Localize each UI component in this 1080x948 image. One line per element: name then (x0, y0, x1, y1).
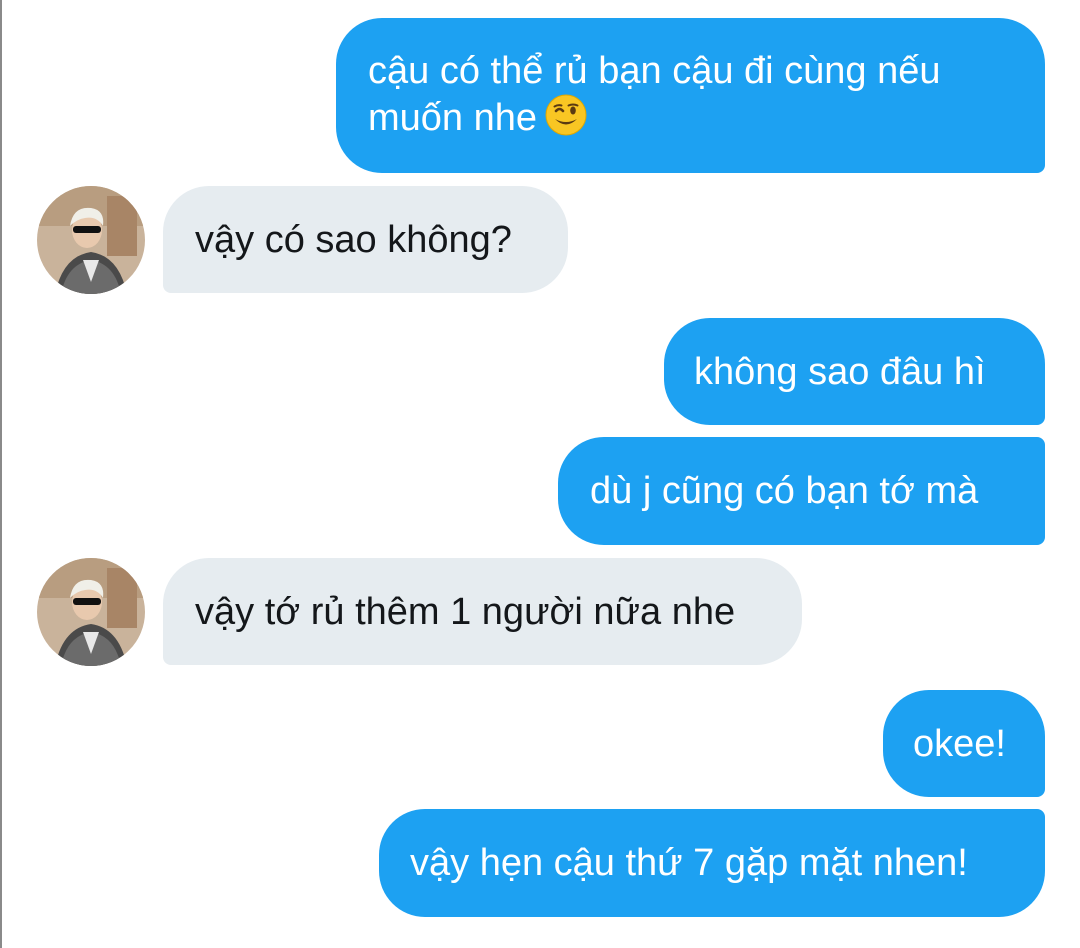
message-bubble-received[interactable]: vậy có sao không? (163, 186, 568, 293)
contact-avatar[interactable] (37, 186, 145, 294)
message-text: vậy hẹn cậu thứ 7 gặp mặt nhen! (410, 842, 968, 884)
message-text: muốn nhe (368, 97, 538, 139)
message-text: vậy tớ rủ thêm 1 người nữa nhe (195, 591, 736, 633)
message-bubble-sent[interactable]: không sao đâu hì (664, 318, 1045, 425)
contact-avatar[interactable] (37, 558, 145, 666)
message-text: dù j cũng có bạn tớ mà (590, 470, 979, 512)
window-left-border (0, 0, 2, 948)
message-text: okee! (913, 723, 1006, 765)
message-bubble-sent[interactable]: vậy hẹn cậu thứ 7 gặp mặt nhen! (379, 809, 1045, 917)
message-bubble-sent[interactable]: dù j cũng có bạn tớ mà (558, 437, 1045, 545)
message-bubble-received[interactable]: vậy tớ rủ thêm 1 người nữa nhe (163, 558, 802, 665)
message-text-line-2: muốn nhe (368, 94, 1045, 147)
message-text: vậy có sao không? (195, 219, 512, 261)
message-bubble-sent[interactable]: okee! (883, 690, 1045, 797)
winking-face-icon (545, 94, 587, 147)
message-text-line-1: cậu có thể rủ bạn cậu đi cùng nếu (368, 50, 941, 92)
message-bubble-sent[interactable]: cậu có thể rủ bạn cậu đi cùng nếu muốn n… (336, 18, 1045, 173)
message-text: không sao đâu hì (694, 351, 986, 393)
